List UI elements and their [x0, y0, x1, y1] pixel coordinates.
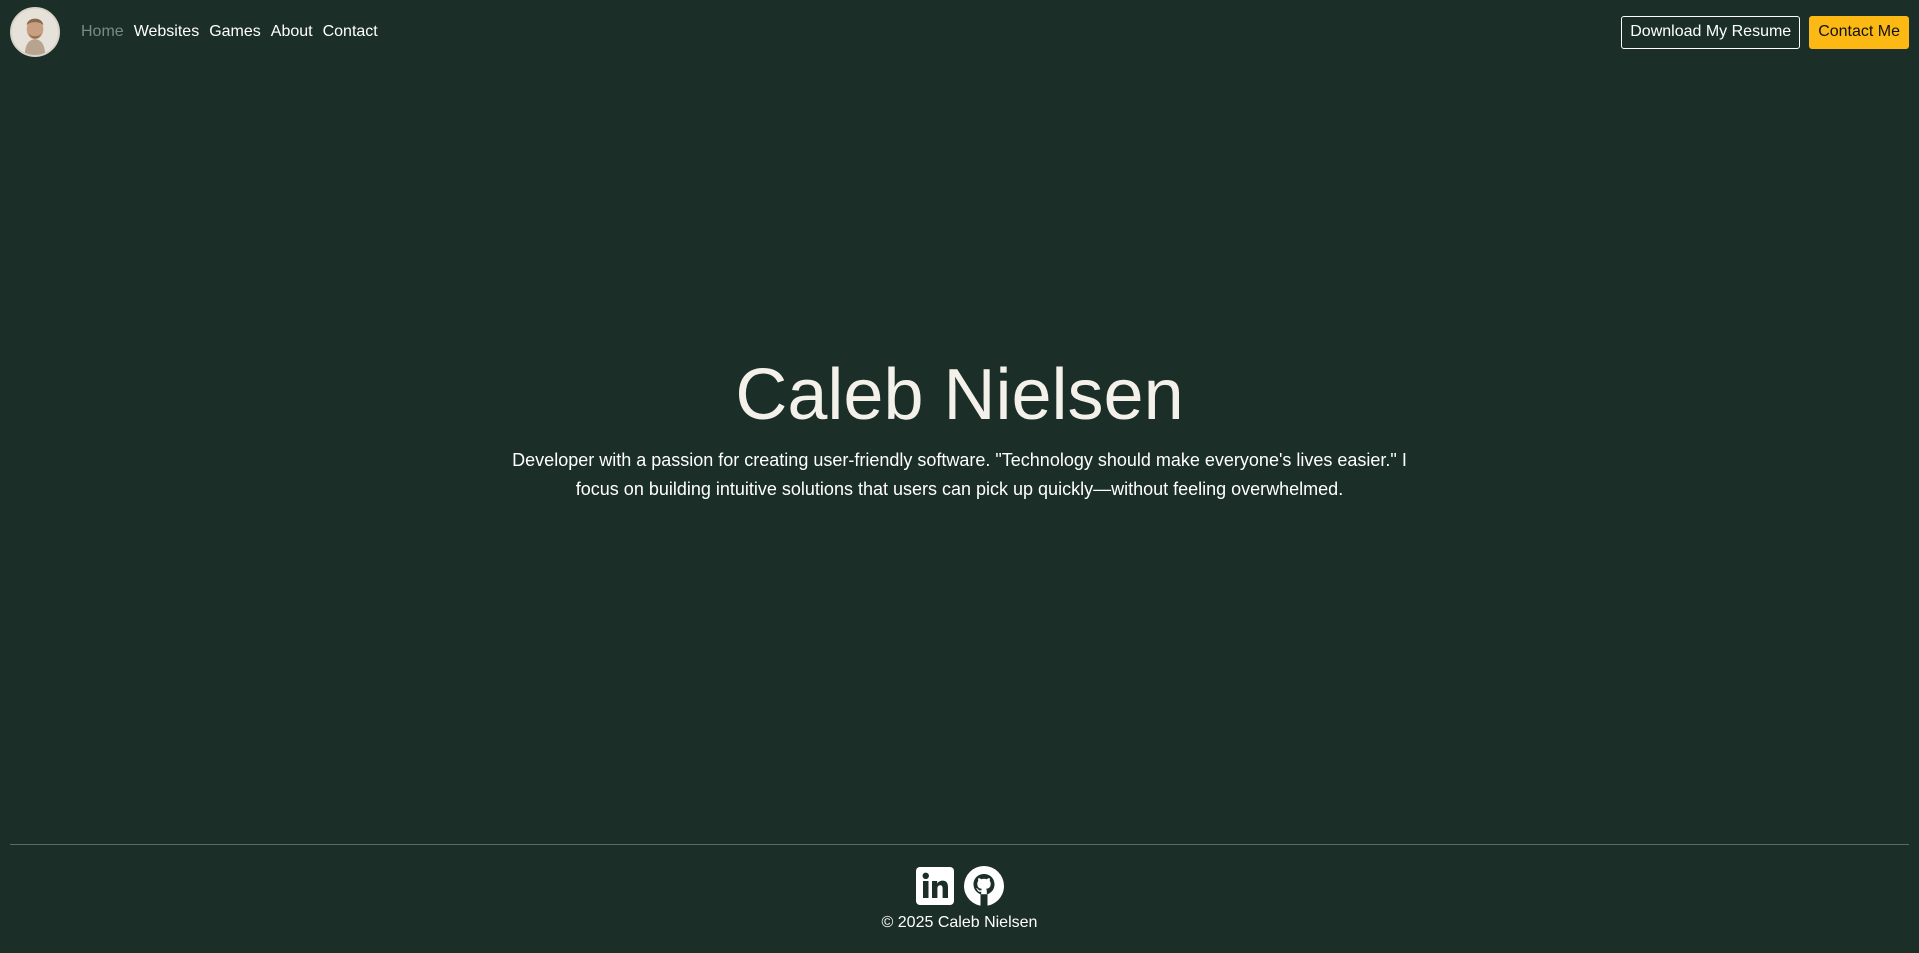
contact-me-button[interactable]: Contact Me [1809, 15, 1909, 49]
copyright-text: © 2025 Caleb Nielsen [881, 914, 1038, 931]
footer: © 2025 Caleb Nielsen [0, 864, 1919, 932]
github-icon[interactable] [963, 865, 1005, 907]
hero-title: Caleb Nielsen [735, 355, 1184, 435]
navbar: Home Websites Games About Contact Downlo… [0, 0, 1919, 64]
footer-divider [10, 844, 1909, 845]
page: Home Websites Games About Contact Downlo… [0, 0, 1919, 953]
social-links [0, 864, 1919, 908]
avatar-image [12, 9, 58, 55]
nav-left: Home Websites Games About Contact [10, 7, 383, 57]
linkedin-icon[interactable] [915, 866, 955, 906]
hero: Caleb Nielsen Developer with a passion f… [0, 350, 1919, 504]
nav-links: Home Websites Games About Contact [76, 23, 383, 41]
download-resume-button[interactable]: Download My Resume [1621, 15, 1801, 49]
hero-description: Developer with a passion for creating us… [512, 450, 1407, 499]
avatar[interactable] [10, 7, 60, 57]
nav-right: Download My Resume Contact Me [1621, 15, 1909, 49]
nav-link-contact[interactable]: Contact [318, 23, 383, 41]
nav-link-websites[interactable]: Websites [129, 23, 205, 41]
nav-link-games[interactable]: Games [204, 23, 266, 41]
nav-link-about[interactable]: About [266, 23, 318, 41]
nav-link-home[interactable]: Home [76, 23, 129, 41]
